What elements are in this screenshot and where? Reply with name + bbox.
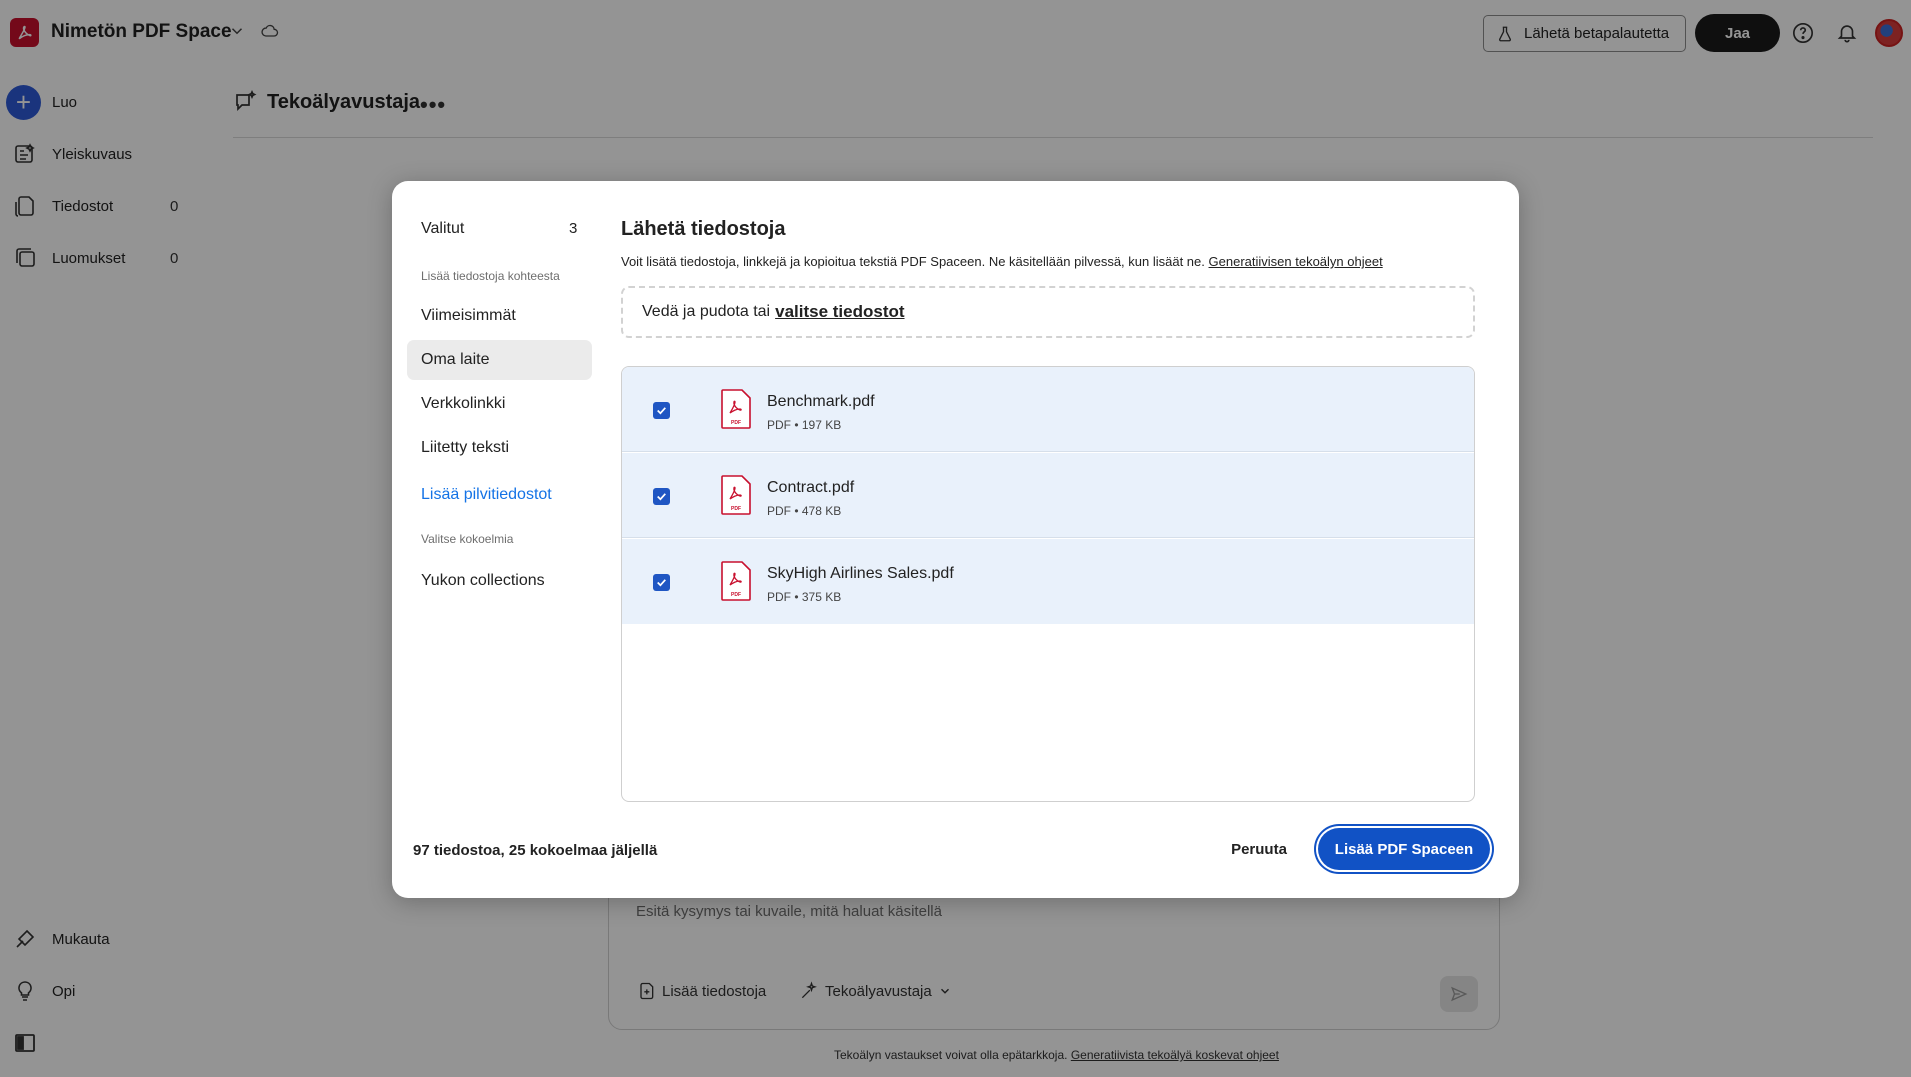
nav-web-link[interactable]: Verkkolinkki — [407, 384, 592, 424]
checkmark-icon — [657, 407, 666, 415]
file-row[interactable]: PDF Contract.pdf PDF • 478 KB — [622, 453, 1474, 538]
file-name: Contract.pdf — [767, 479, 855, 496]
nav-my-device[interactable]: Oma laite — [407, 340, 592, 380]
dropzone-text: Vedä ja pudota tai — [642, 303, 771, 320]
pdf-file-icon: PDF — [721, 389, 751, 429]
svg-text:PDF: PDF — [731, 420, 741, 426]
nav-selected[interactable]: Valitut — [407, 209, 592, 249]
file-checkbox[interactable] — [653, 488, 670, 505]
remaining-quota: 97 tiedostoa, 25 kokoelmaa jäljellä — [413, 842, 658, 859]
file-dropzone[interactable]: Vedä ja pudota tai valitse tiedostot — [621, 286, 1475, 338]
dialog-description: Voit lisätä tiedostoja, linkkejä ja kopi… — [621, 254, 1383, 269]
choose-files-link[interactable]: valitse tiedostot — [775, 302, 904, 322]
svg-text:PDF: PDF — [731, 592, 741, 598]
nav-pasted-text[interactable]: Liitetty teksti — [407, 428, 592, 468]
nav-recent[interactable]: Viimeisimmät — [407, 296, 592, 336]
checkmark-icon — [657, 579, 666, 587]
nav-selected-label: Valitut — [421, 220, 465, 237]
pdf-file-icon: PDF — [721, 475, 751, 515]
cancel-button[interactable]: Peruuta — [1204, 829, 1314, 869]
description-text: Voit lisätä tiedostoja, linkkejä ja kopi… — [621, 254, 1205, 269]
file-row[interactable]: PDF SkyHigh Airlines Sales.pdf PDF • 375… — [622, 539, 1474, 624]
svg-text:PDF: PDF — [731, 506, 741, 512]
file-row[interactable]: PDF Benchmark.pdf PDF • 197 KB — [622, 367, 1474, 452]
nav-add-cloud-files[interactable]: Lisää pilvitiedostot — [407, 475, 592, 515]
nav-section-add-from: Lisää tiedostoja kohteesta — [421, 269, 560, 283]
dialog-title: Lähetä tiedostoja — [621, 218, 786, 240]
description-link[interactable]: Generatiivisen tekoälyn ohjeet — [1209, 254, 1383, 269]
pdf-file-icon: PDF — [721, 561, 751, 601]
selected-files-list: PDF Benchmark.pdf PDF • 197 KB PDF Contr… — [621, 366, 1475, 802]
file-checkbox[interactable] — [653, 574, 670, 591]
nav-section-collections: Valitse kokoelmia — [421, 532, 514, 546]
checkmark-icon — [657, 493, 666, 501]
file-name: Benchmark.pdf — [767, 393, 875, 410]
file-meta: PDF • 375 KB — [767, 590, 842, 604]
nav-collection-yukon[interactable]: Yukon collections — [407, 561, 592, 601]
selected-count: 3 — [569, 220, 578, 237]
file-checkbox[interactable] — [653, 402, 670, 419]
file-name: SkyHigh Airlines Sales.pdf — [767, 565, 954, 582]
file-meta: PDF • 478 KB — [767, 504, 842, 518]
upload-files-dialog: Valitut 3 Lisää tiedostoja kohteesta Vii… — [392, 181, 1519, 898]
add-to-space-button[interactable]: Lisää PDF Spaceen — [1318, 828, 1490, 870]
file-meta: PDF • 197 KB — [767, 418, 842, 432]
